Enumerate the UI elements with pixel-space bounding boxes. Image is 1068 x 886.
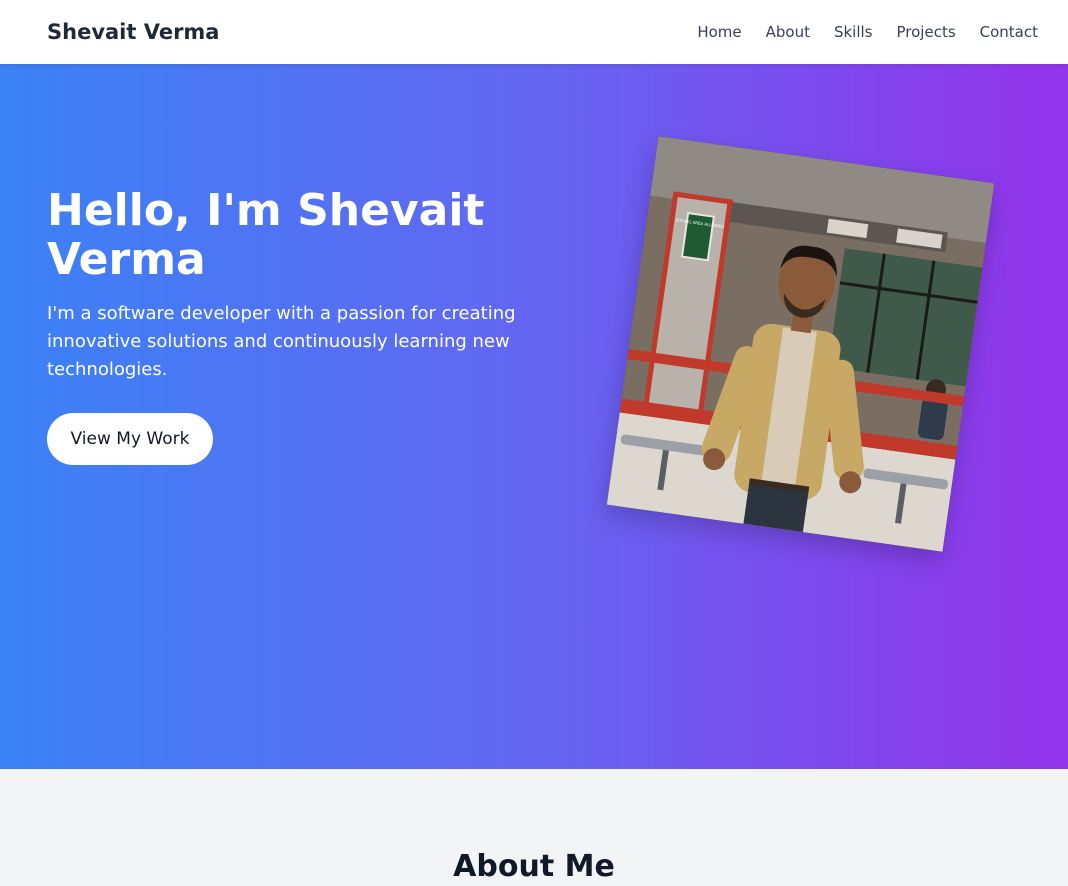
top-navbar: Shevait Verma Home About Skills Projects…	[0, 0, 1068, 64]
view-my-work-button[interactable]: View My Work	[47, 413, 213, 465]
brand-logo-text[interactable]: Shevait Verma	[47, 20, 219, 44]
profile-photo: SITTING AREA ALLOWED	[606, 136, 995, 552]
hero-title: Hello, I'm Shevait Verma	[47, 185, 485, 285]
about-section: About Me	[0, 769, 1068, 886]
nav-link-about[interactable]: About	[766, 23, 810, 41]
nav-link-projects[interactable]: Projects	[897, 23, 956, 41]
profile-photo-illustration: SITTING AREA ALLOWED	[606, 136, 995, 552]
hero-section: Hello, I'm Shevait Verma I'm a software …	[0, 64, 1068, 769]
photo-bg-person-body	[917, 398, 948, 440]
nav-link-contact[interactable]: Contact	[980, 23, 1038, 41]
hero-text-block: Hello, I'm Shevait Verma I'm a software …	[47, 185, 527, 465]
nav-links: Home About Skills Projects Contact	[697, 23, 1038, 41]
about-section-title: About Me	[453, 849, 615, 884]
hero-subtitle: I'm a software developer with a passion …	[47, 303, 516, 380]
nav-link-skills[interactable]: Skills	[834, 23, 873, 41]
nav-link-home[interactable]: Home	[697, 23, 741, 41]
